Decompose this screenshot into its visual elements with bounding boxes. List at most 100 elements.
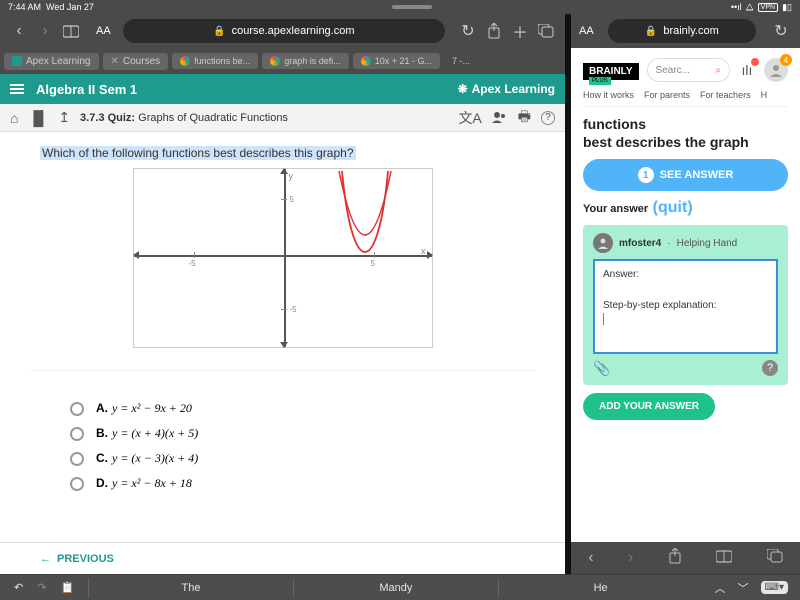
tab-more[interactable]: 7 -... <box>444 53 478 69</box>
browser-toolbar-right: AA 🔒 brainly.com ↻ <box>571 14 800 48</box>
new-tab-button[interactable]: ＋ <box>509 20 531 42</box>
profile-avatar[interactable]: 4 <box>764 58 788 82</box>
chevron-up-icon[interactable]: ︿ <box>715 580 726 596</box>
forward-button[interactable]: › <box>34 20 56 42</box>
breadcrumb-bar: ⌂ ▐▌ ↥ 3.7.3 Quiz: Graphs of Quadratic F… <box>0 104 565 132</box>
parabola-curve <box>134 169 434 349</box>
chevron-down-icon[interactable]: ﹀ <box>738 580 749 596</box>
option-d[interactable]: D.y = x² − 8x + 18 <box>70 476 495 491</box>
menu-button[interactable] <box>10 84 24 94</box>
up-return-icon[interactable]: ↥ <box>58 109 70 126</box>
forward-button[interactable]: › <box>628 549 633 567</box>
radio-icon[interactable] <box>70 477 84 491</box>
redo-icon[interactable]: ↷ <box>37 581 46 594</box>
bottom-nav-right: ‹ › <box>571 542 800 574</box>
url-text: brainly.com <box>663 25 718 37</box>
brainly-header: BRAINLY PLUS Searc... ⌕ ılı 4 <box>583 58 788 82</box>
tab-courses[interactable]: ✕Courses <box>103 53 169 70</box>
battery-icon: ▮▯ <box>782 2 792 13</box>
search-icon: ⌕ <box>715 65 721 76</box>
share-button[interactable] <box>668 548 682 569</box>
graph-chart: -5 5 5 -5 y x <box>133 168 433 348</box>
browser-toolbar-left: ‹ › AA 🔒 course.apexlearning.com ↻ ＋ <box>0 14 565 48</box>
brainly-question: functions best describes the graph <box>583 115 788 151</box>
home-icon[interactable]: ⌂ <box>10 110 18 126</box>
google-icon <box>270 56 280 66</box>
tabs-overview-button[interactable] <box>535 20 557 42</box>
tabs-overview-button[interactable] <box>767 549 783 568</box>
attachment-icon[interactable]: 📎 <box>593 360 610 377</box>
drag-handle-icon <box>392 5 432 9</box>
signal-icon: ••ıl <box>731 2 742 12</box>
tab-apex[interactable]: Apex Learning <box>4 53 99 70</box>
option-b[interactable]: B.y = (x + 4)(x + 5) <box>70 426 495 441</box>
close-icon[interactable]: ✕ <box>111 56 119 67</box>
reload-button[interactable]: ↻ <box>770 20 792 42</box>
radio-icon[interactable] <box>70 427 84 441</box>
tab-bar: Apex Learning ✕Courses functions be... g… <box>0 48 565 74</box>
share-button[interactable] <box>483 20 505 42</box>
user-avatar-icon <box>593 233 613 253</box>
radio-icon[interactable] <box>70 452 84 466</box>
kb-suggestion[interactable]: Mandy <box>293 578 498 598</box>
radio-icon[interactable] <box>70 402 84 416</box>
print-icon[interactable]: 🖶 <box>518 106 531 130</box>
keyboard-dismiss-icon[interactable]: ⌨︎▾ <box>761 581 788 594</box>
nav-more[interactable]: H <box>761 90 768 100</box>
course-header: Algebra II Sem 1 ❋ Apex Learning <box>0 74 565 104</box>
your-answer-label: Your answer (quit) <box>583 199 788 217</box>
tab-graph[interactable]: graph is defi... <box>262 53 349 69</box>
tab-functions[interactable]: functions be... <box>172 53 258 69</box>
wifi-icon: ⧋ <box>746 2 754 13</box>
translate-icon[interactable]: 文A <box>458 108 481 128</box>
undo-icon[interactable]: ↶ <box>14 581 23 594</box>
apex-logo: ❋ Apex Learning <box>458 82 555 96</box>
google-icon <box>180 56 190 66</box>
bookmarks-icon[interactable] <box>716 549 732 568</box>
keyboard-suggestion-bar: ↶ ↷ 📋 The Mandy He ︿ ﹀ ⌨︎▾ <box>0 574 800 600</box>
text-size-button[interactable]: AA <box>579 25 594 37</box>
username[interactable]: mfoster4 <box>619 238 661 249</box>
answer-options: A.y = x² − 9x + 20 B.y = (x + 4)(x + 5) … <box>30 370 535 521</box>
google-icon <box>361 56 371 66</box>
apex-icon: ❋ <box>458 82 468 96</box>
back-button[interactable]: ‹ <box>588 549 593 567</box>
text-size-button[interactable]: AA <box>96 25 111 37</box>
option-a[interactable]: A.y = x² − 9x + 20 <box>70 401 495 416</box>
vpn-icon: VPN <box>758 3 778 12</box>
nav-teachers[interactable]: For teachers <box>700 90 751 100</box>
add-answer-button[interactable]: ADD YOUR ANSWER <box>583 393 715 420</box>
tab-10x[interactable]: 10x + 21 - G... <box>353 53 440 69</box>
option-c[interactable]: C.y = (x − 3)(x + 4) <box>70 451 495 466</box>
answer-card: mfoster4 · Helping Hand Answer: Step-by-… <box>583 225 788 385</box>
help-icon[interactable]: ? <box>541 111 555 125</box>
kb-suggestion[interactable]: The <box>88 578 293 598</box>
question-text: Which of the following functions best de… <box>40 146 356 160</box>
url-bar-right[interactable]: 🔒 brainly.com <box>608 19 756 43</box>
back-button[interactable]: ‹ <box>8 20 30 42</box>
user-rank: Helping Hand <box>677 238 738 249</box>
brainly-nav: How it works For parents For teachers H <box>583 90 788 107</box>
reload-button[interactable]: ↻ <box>457 20 479 42</box>
status-bar: 7:44 AM Wed Jan 27 ••ıl ⧋ VPN ▮▯ <box>0 0 800 14</box>
lock-icon: 🔒 <box>213 26 225 37</box>
course-title: Algebra II Sem 1 <box>36 82 137 97</box>
quit-link[interactable]: (quit) <box>653 199 693 216</box>
folder-icon[interactable]: ▐▌ <box>28 110 48 126</box>
bookmarks-icon[interactable] <box>60 20 82 42</box>
nav-how[interactable]: How it works <box>583 90 634 100</box>
chart-icon[interactable]: ılı <box>738 61 756 79</box>
help-icon[interactable]: ? <box>762 360 778 376</box>
people-icon[interactable] <box>492 110 508 126</box>
lock-icon: 🔒 <box>645 26 657 37</box>
brainly-search[interactable]: Searc... ⌕ <box>647 58 730 82</box>
kb-suggestion[interactable]: He <box>498 578 703 598</box>
previous-button[interactable]: ← PREVIOUS <box>0 542 565 574</box>
url-bar[interactable]: 🔒 course.apexlearning.com <box>123 19 445 43</box>
arrow-left-icon: ← <box>40 553 51 565</box>
answer-textarea[interactable]: Answer: Step-by-step explanation: <box>593 259 778 354</box>
favicon-icon <box>12 56 22 66</box>
nav-parents[interactable]: For parents <box>644 90 690 100</box>
clipboard-icon[interactable]: 📋 <box>60 581 74 594</box>
see-answer-button[interactable]: 1 SEE ANSWER <box>583 159 788 191</box>
